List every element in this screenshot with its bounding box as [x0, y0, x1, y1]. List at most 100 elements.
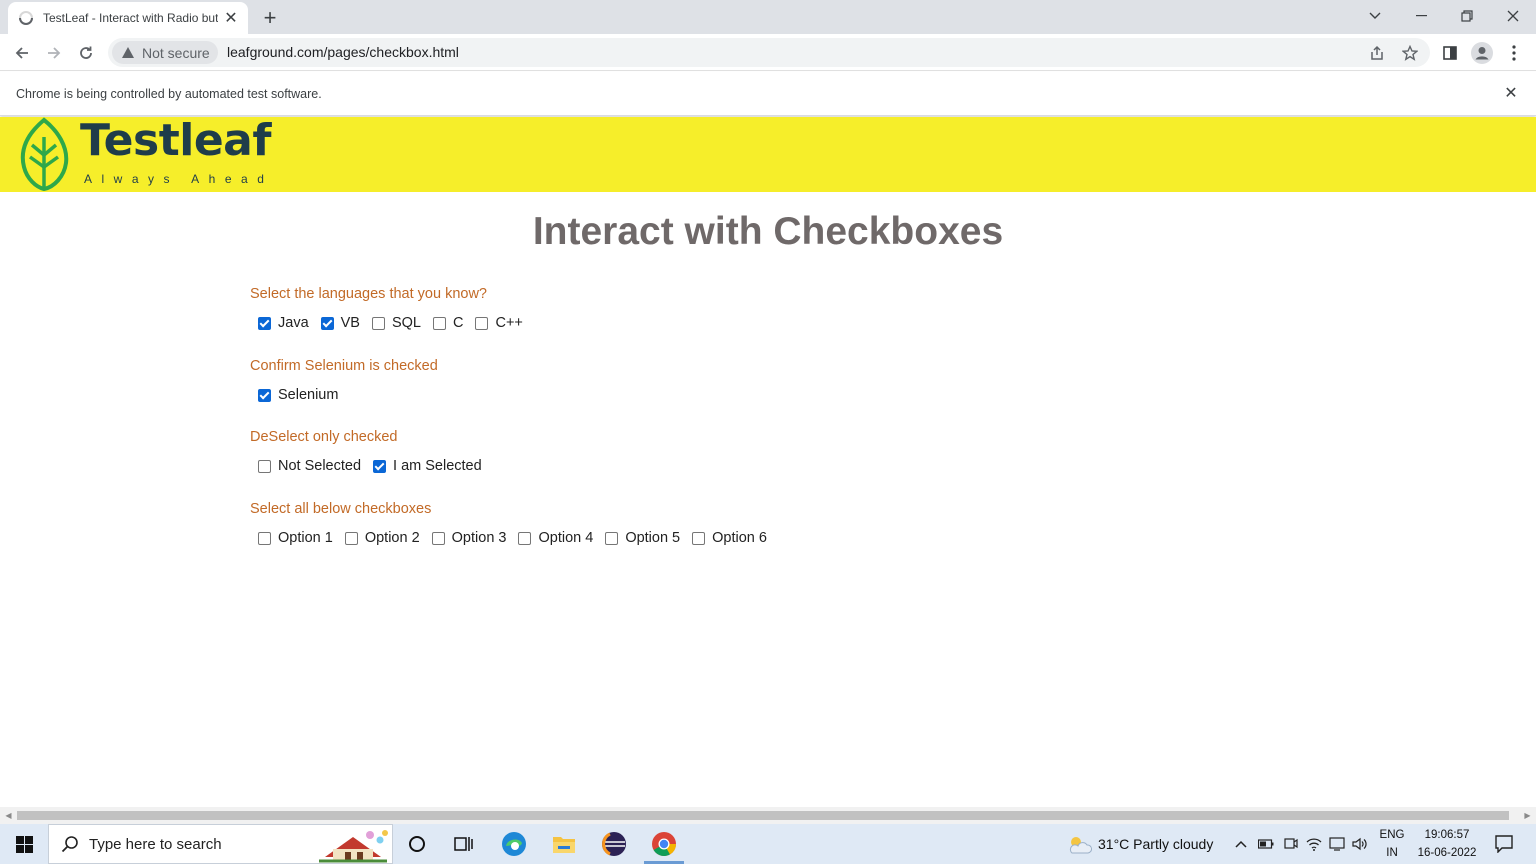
checkbox-control[interactable] [431, 531, 445, 545]
checkbox-option-2[interactable]: Option 2 [344, 530, 420, 546]
clock-date[interactable]: 16-06-2022 [1414, 847, 1480, 859]
security-label: Not secure [142, 44, 210, 61]
checkbox-control[interactable] [518, 531, 532, 545]
tab-close-icon[interactable]: ✕ [222, 9, 240, 27]
scroll-left-icon[interactable]: ◀ [0, 807, 17, 824]
language-top[interactable]: ENG [1378, 829, 1406, 841]
forward-icon[interactable] [40, 39, 68, 67]
checkbox-option-5[interactable]: Option 5 [605, 530, 680, 546]
weather-partly-cloudy-icon[interactable] [1066, 834, 1092, 856]
volume-icon[interactable] [1352, 836, 1368, 852]
checkbox-label: Selenium [278, 387, 339, 403]
checkbox-option-1[interactable]: Option 1 [258, 530, 333, 546]
warning-icon [122, 47, 134, 58]
reload-icon[interactable] [72, 39, 100, 67]
checkbox-label: Option 6 [712, 530, 767, 546]
checkbox-vb[interactable]: VB [320, 315, 360, 331]
wifi-icon[interactable] [1306, 836, 1322, 852]
checkbox-c[interactable]: C [433, 315, 463, 331]
share-icon[interactable] [1366, 42, 1388, 64]
infobar-close-icon[interactable]: ✕ [1502, 84, 1520, 102]
search-placeholder: Type here to search [89, 835, 222, 853]
checkbox-label: Java [278, 315, 309, 331]
windows-start-icon[interactable] [0, 824, 48, 864]
section-label: Select the languages that you know? [250, 286, 487, 302]
browser-tab-strip: TestLeaf - Interact with Radio buttons ✕… [0, 0, 1536, 34]
checkbox-cpp[interactable]: C++ [475, 315, 523, 331]
checkbox-not-selected[interactable]: Not Selected [258, 458, 361, 474]
checkbox-option-4[interactable]: Option 4 [518, 530, 593, 546]
checkbox-label: VB [340, 315, 360, 331]
search-highlight-illustration-icon [319, 830, 388, 863]
checkbox-java[interactable]: Java [258, 315, 309, 331]
section-label: Select all below checkboxes [250, 501, 432, 517]
display-icon[interactable] [1329, 836, 1345, 852]
select-all-section: Select all below checkboxes Option 1 Opt… [250, 501, 779, 546]
checkbox-control[interactable] [605, 531, 619, 545]
language-bottom[interactable]: IN [1378, 847, 1406, 859]
clock-time[interactable]: 19:06:57 [1414, 829, 1480, 841]
back-icon[interactable] [8, 39, 36, 67]
checkbox-control[interactable] [258, 531, 271, 545]
checkbox-control[interactable] [258, 316, 271, 330]
scroll-right-icon[interactable]: ▶ [1519, 807, 1536, 824]
menu-kebab-icon[interactable] [1502, 41, 1526, 65]
checkbox-option-6[interactable]: Option 6 [692, 530, 767, 546]
browser-toolbar: Not secure leafground.com/pages/checkbox… [0, 34, 1536, 71]
chrome-browser-icon[interactable] [640, 824, 688, 864]
checkbox-selenium[interactable]: Selenium [258, 387, 338, 403]
meet-now-icon[interactable] [1283, 836, 1299, 852]
checkbox-option-3[interactable]: Option 3 [431, 530, 507, 546]
checkbox-control[interactable] [320, 316, 334, 330]
eclipse-ide-icon[interactable] [590, 824, 638, 864]
taskbar-search[interactable]: Type here to search [48, 824, 393, 864]
chevron-up-icon[interactable] [1233, 836, 1249, 852]
checkbox-sql[interactable]: SQL [371, 315, 421, 331]
section-label: DeSelect only checked [250, 429, 398, 445]
close-window-icon[interactable] [1490, 0, 1536, 32]
restore-icon[interactable] [1444, 0, 1490, 32]
bookmark-star-icon[interactable] [1399, 42, 1421, 64]
tab-title: TestLeaf - Interact with Radio buttons [43, 11, 218, 25]
edge-browser-icon[interactable] [490, 824, 538, 864]
checkbox-control[interactable] [258, 459, 271, 473]
languages-section: Select the languages that you know? Java… [250, 286, 535, 331]
windows-taskbar: Type here to search 31°C Partly cloudy E… [0, 824, 1536, 864]
checkbox-label: Option 1 [278, 530, 333, 546]
checkbox-control[interactable] [433, 316, 446, 330]
section-label: Confirm Selenium is checked [250, 358, 438, 374]
deselect-section: DeSelect only checked Not Selected I am … [250, 429, 494, 474]
notifications-icon[interactable] [1494, 834, 1514, 854]
address-bar[interactable]: Not secure leafground.com/pages/checkbox… [108, 38, 1430, 67]
profile-avatar-icon[interactable] [1470, 41, 1494, 65]
minimize-icon[interactable] [1398, 0, 1444, 32]
checkbox-control[interactable] [692, 531, 706, 545]
horizontal-scrollbar[interactable]: ◀ ▶ [0, 807, 1536, 824]
checkbox-label: SQL [391, 315, 421, 331]
checkbox-i-am-selected[interactable]: I am Selected [373, 458, 482, 474]
new-tab-button[interactable]: + [258, 5, 282, 30]
leaf-logo-icon [20, 117, 69, 191]
weather-text[interactable]: 31°C Partly cloudy [1098, 836, 1213, 852]
task-view-icon[interactable] [440, 824, 488, 864]
url-text[interactable]: leafground.com/pages/checkbox.html [227, 44, 459, 60]
tab-search-icon[interactable] [1352, 0, 1398, 32]
loading-favicon-icon [19, 11, 33, 25]
scrollbar-thumb[interactable] [17, 811, 1509, 820]
checkbox-control[interactable] [258, 388, 271, 402]
checkbox-control[interactable] [344, 531, 358, 545]
file-explorer-icon[interactable] [540, 824, 588, 864]
side-panel-icon[interactable] [1438, 41, 1462, 65]
site-header: Testleaf Always Ahead [0, 117, 1536, 192]
checkbox-label: Option 3 [451, 530, 507, 546]
checkbox-row: Java VB SQL C C++ [258, 315, 535, 331]
checkbox-control[interactable] [371, 316, 385, 330]
checkbox-label: C++ [495, 315, 523, 331]
checkbox-control[interactable] [373, 459, 387, 473]
security-chip[interactable]: Not secure [112, 41, 218, 64]
browser-tab[interactable]: TestLeaf - Interact with Radio buttons ✕ [8, 2, 248, 34]
checkbox-control[interactable] [475, 316, 489, 330]
cortana-icon[interactable] [393, 824, 441, 864]
battery-icon[interactable] [1258, 836, 1274, 852]
checkbox-row: Option 1 Option 2 Option 3 Option 4 Opti… [258, 530, 779, 546]
